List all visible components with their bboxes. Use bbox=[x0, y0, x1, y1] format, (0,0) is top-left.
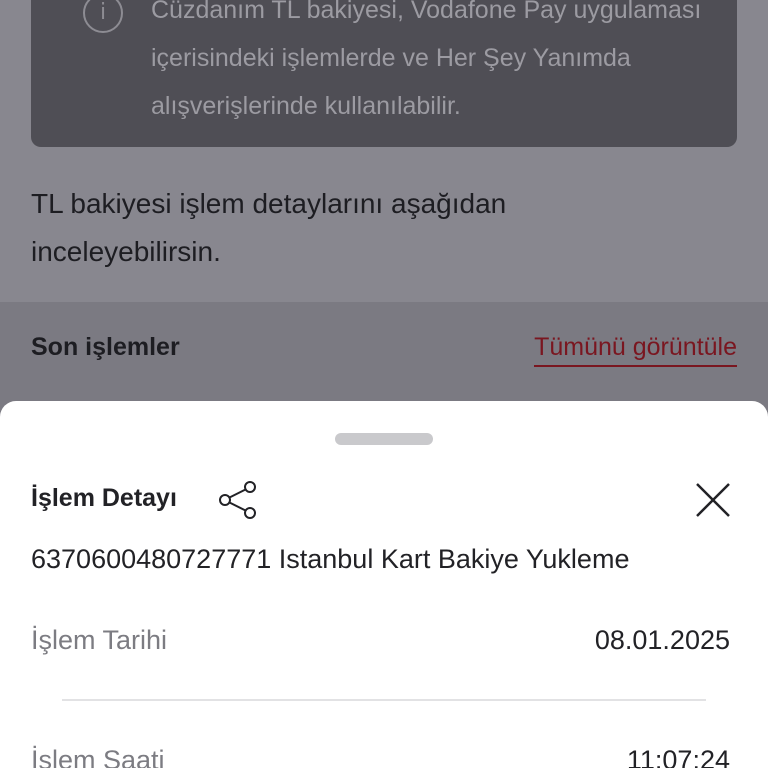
recent-transactions-title: Son işlemler bbox=[31, 333, 180, 361]
sheet-title: İşlem Detayı bbox=[31, 484, 177, 512]
info-text: Cüzdanım TL bakiyesi, Vodafone Pay uygul… bbox=[151, 0, 702, 120]
info-icon: i bbox=[83, 0, 123, 33]
info-box: i Cüzdanım TL bakiyesi, Vodafone Pay uyg… bbox=[31, 0, 737, 147]
time-label: İşlem Saati bbox=[31, 745, 165, 768]
share-icon[interactable] bbox=[216, 478, 260, 522]
time-value: 11:07:24 bbox=[626, 745, 730, 768]
close-icon[interactable] bbox=[692, 479, 734, 521]
view-all-link[interactable]: Tümünü görüntüle bbox=[534, 333, 737, 367]
date-label: İşlem Tarihi bbox=[31, 625, 168, 655]
divider bbox=[62, 699, 706, 701]
sheet-drag-handle[interactable] bbox=[335, 433, 433, 445]
date-value: 08.01.2025 bbox=[594, 625, 730, 655]
transaction-detail-sheet: İşlem Detayı 6370600480727771 Istanbul K… bbox=[0, 401, 768, 768]
transaction-description: 6370600480727771 Istanbul Kart Bakiye Yu… bbox=[31, 544, 630, 574]
balance-description: TL bakiyesi işlem detaylarını aşağıdan i… bbox=[31, 188, 507, 267]
